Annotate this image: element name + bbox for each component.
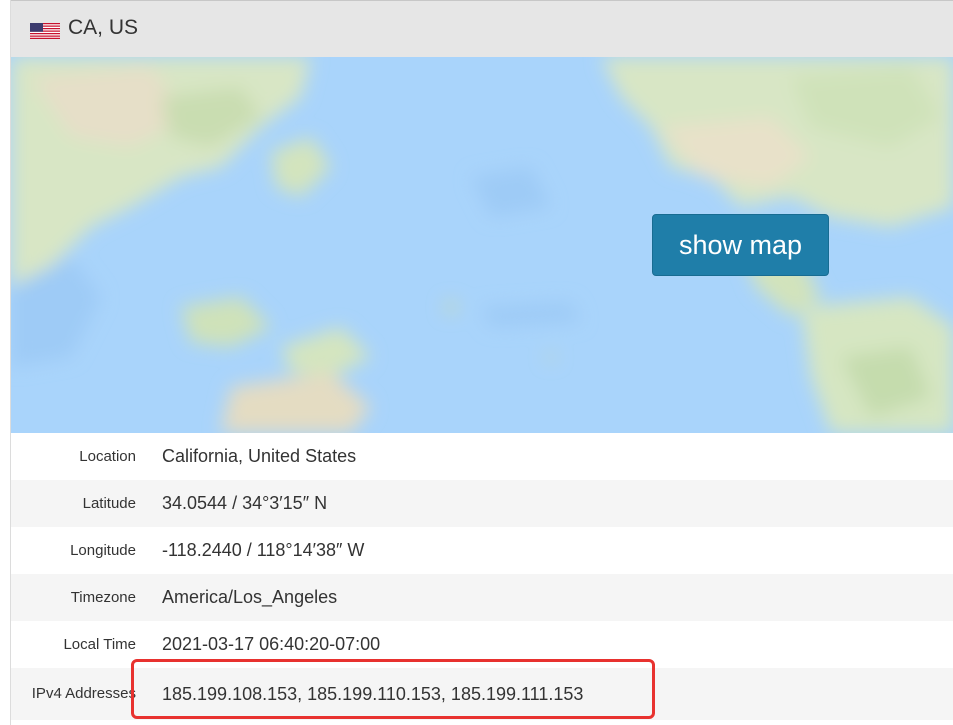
detail-value: 34.0544 / 34°3′15″ N xyxy=(162,493,328,513)
detail-row-timezone: Timezone America/Los_Angeles xyxy=(11,574,953,621)
detail-label: Latitude xyxy=(82,495,136,512)
detail-label: Longitude xyxy=(70,542,136,559)
detail-row-longitude: Longitude -118.2440 / 118°14′38″ W xyxy=(11,527,953,574)
detail-value: California, United States xyxy=(162,446,357,466)
map-preview[interactable]: show map xyxy=(11,57,953,433)
detail-value: America/Los_Angeles xyxy=(162,587,338,607)
panel-header: CA, US xyxy=(11,0,953,57)
detail-label: Timezone xyxy=(70,589,136,606)
detail-row-local-time: Local Time 2021-03-17 06:40:20-07:00 xyxy=(11,621,953,668)
location-panel: CA, US show map Location California, Uni… xyxy=(10,0,953,725)
detail-row-ipv4-addresses: IPv4 Addresses 185.199.108.153, 185.199.… xyxy=(11,668,953,720)
detail-label: Location xyxy=(79,448,136,465)
show-map-button[interactable]: show map xyxy=(652,214,829,276)
location-title: CA, US xyxy=(68,16,139,39)
detail-value[interactable]: 185.199.108.153, 185.199.110.153, 185.19… xyxy=(162,668,583,720)
detail-value: -118.2440 / 118°14′38″ W xyxy=(162,540,365,560)
detail-value: 2021-03-17 06:40:20-07:00 xyxy=(162,634,381,654)
detail-row-latitude: Latitude 34.0544 / 34°3′15″ N xyxy=(11,480,953,527)
detail-row-location: Location California, United States xyxy=(11,433,953,480)
detail-label: Local Time xyxy=(63,636,136,653)
us-flag-icon xyxy=(30,23,60,39)
detail-label: IPv4 Addresses xyxy=(31,685,136,702)
location-details-table: Location California, United States Latit… xyxy=(11,433,953,720)
